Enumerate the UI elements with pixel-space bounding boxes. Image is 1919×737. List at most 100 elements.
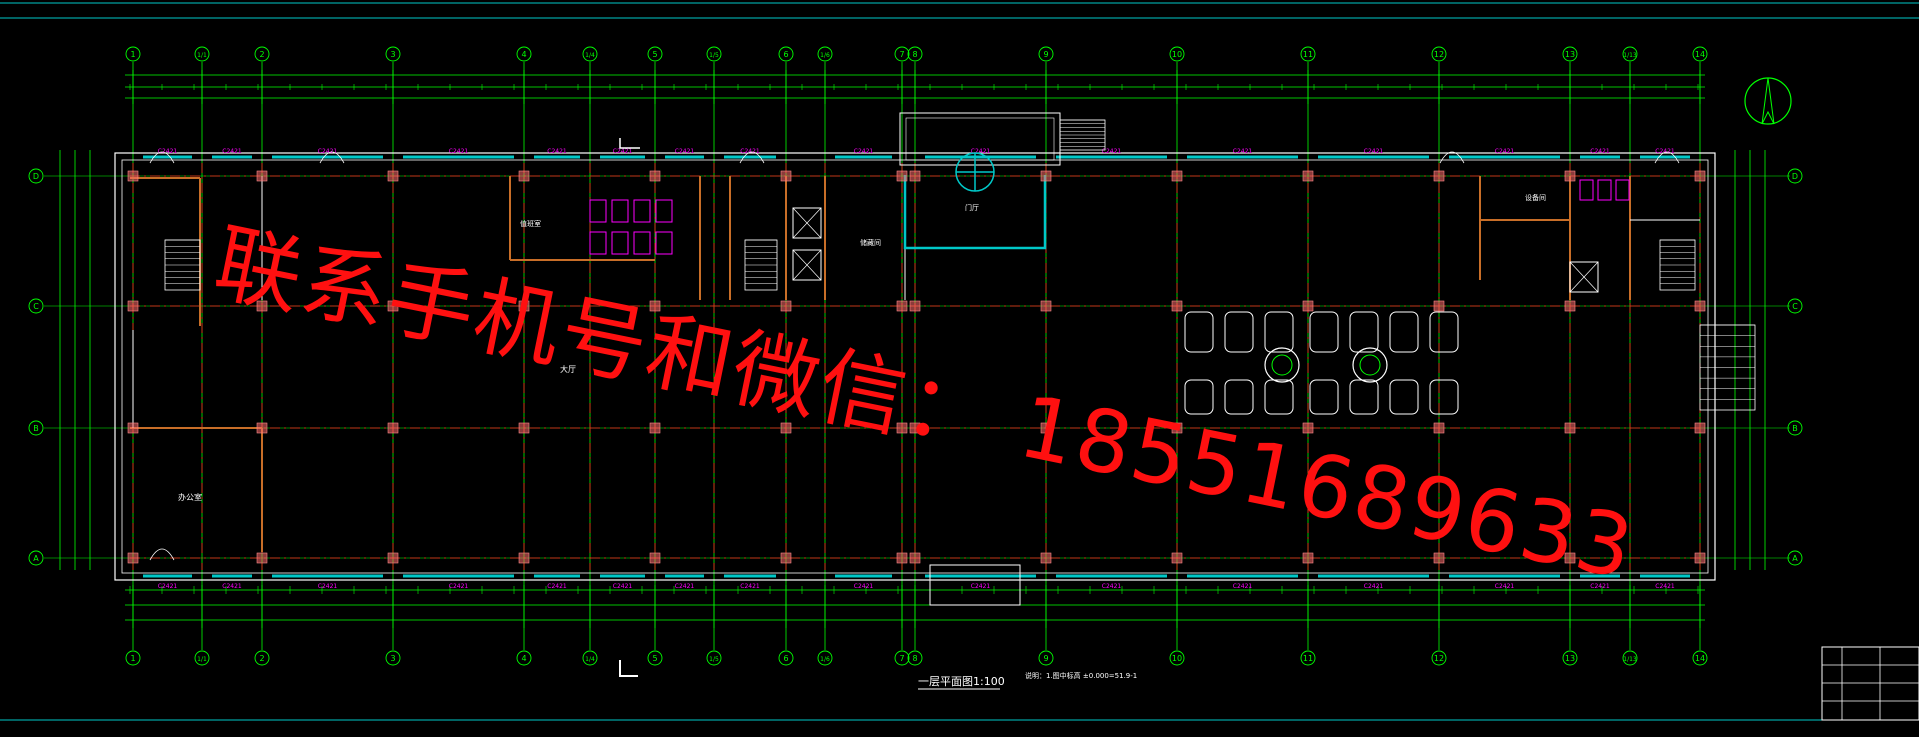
- floor-plan-svg: C2421C2421C2421C2421C2421C2421C2421C2421…: [0, 2, 1919, 721]
- axis-label-row: A: [1792, 554, 1798, 563]
- section-mark-bottom: [619, 660, 638, 677]
- sofa: [1309, 379, 1339, 415]
- window-tag: C2421: [971, 583, 991, 590]
- structural-column: [518, 300, 530, 312]
- toilet-stall: [611, 199, 629, 223]
- structural-column: [387, 300, 399, 312]
- structural-column: [780, 170, 792, 182]
- round-table-flower: [1271, 354, 1293, 376]
- structural-column: [1171, 422, 1183, 434]
- axis-label-column: 13: [1565, 50, 1575, 59]
- structural-column: [1433, 170, 1445, 182]
- room-label-office: 办公室: [178, 492, 202, 502]
- axis-label-column: 14: [1695, 50, 1705, 59]
- axis-label-column: 1/1: [197, 52, 207, 59]
- structural-column: [518, 170, 530, 182]
- structural-column: [1302, 422, 1314, 434]
- structural-column: [780, 300, 792, 312]
- axis-label-column: 1/1: [197, 656, 207, 663]
- structural-column: [649, 170, 661, 182]
- structural-column: [909, 170, 921, 182]
- structural-column: [909, 422, 921, 434]
- structural-column: [1564, 300, 1576, 312]
- window-tag: C2421: [547, 583, 567, 590]
- axis-label-row: B: [1792, 424, 1798, 433]
- structural-column: [387, 170, 399, 182]
- structural-column: [518, 422, 530, 434]
- plan-note: 说明：1.图中标高 ±0.000=51.9-1: [1025, 671, 1137, 680]
- axis-label-column: 7: [899, 654, 904, 663]
- structural-column: [1694, 300, 1706, 312]
- axis-label-column: 7: [899, 50, 904, 59]
- title-block: [1821, 646, 1919, 721]
- structural-column: [127, 170, 139, 182]
- window-tag: C2421: [613, 148, 633, 155]
- cad-drawing-canvas: C2421 C2421 C2421 C2421 C2421 C2421 C2421 C2421…: [0, 0, 1919, 733]
- structural-column: [387, 552, 399, 564]
- axis-label-column: 1/6: [820, 52, 830, 59]
- structural-column: [256, 170, 268, 182]
- structural-column: [896, 422, 908, 434]
- structural-column: [649, 552, 661, 564]
- axis-label-column: 1/4: [585, 656, 595, 663]
- toilet-stall: [655, 231, 673, 255]
- sofa: [1429, 379, 1459, 415]
- axis-label-column: 1/5: [709, 656, 719, 663]
- structural-column: [896, 170, 908, 182]
- axis-label-column: 5: [652, 50, 657, 59]
- window-tag: C2421: [675, 148, 695, 155]
- axis-label-column: 9: [1043, 50, 1048, 59]
- axis-label-row: B: [33, 424, 39, 433]
- section-mark-top: [619, 138, 640, 149]
- axis-label-column: 6: [783, 654, 788, 663]
- toilet-stall: [611, 231, 629, 255]
- axis-label-column: 1/13: [1623, 656, 1637, 663]
- window-tag: C2421: [158, 583, 178, 590]
- axis-label-column: 8: [912, 50, 917, 59]
- sofa: [1349, 311, 1379, 353]
- axis-label-column: 2: [259, 50, 264, 59]
- axis-label-column: 5: [652, 654, 657, 663]
- structural-column: [1694, 422, 1706, 434]
- detail-layer: C2421 C2421 C2421 C2421 C2421 C2421 C2421 C2421…: [149, 119, 1756, 590]
- axis-label-column: 2: [259, 654, 264, 663]
- structural-column: [1302, 170, 1314, 182]
- axis-label-column: 1: [130, 50, 135, 59]
- room-label-equipment: 设备间: [1525, 193, 1546, 202]
- axis-label-column: 13: [1565, 654, 1575, 663]
- structural-column: [1040, 300, 1052, 312]
- window-tag: C2421: [449, 583, 469, 590]
- axis-label-row: C: [1792, 302, 1798, 311]
- plan-title: 一层平面图1:100: [918, 675, 1005, 688]
- window-tag: C2421: [1590, 148, 1610, 155]
- sofa: [1264, 311, 1294, 353]
- structural-column: [649, 300, 661, 312]
- axis-label-column: 3: [390, 654, 395, 663]
- structural-column: [1564, 422, 1576, 434]
- window-tag: C2421: [1364, 583, 1384, 590]
- window-tag: C2421: [1655, 583, 1675, 590]
- window-tag: C2421: [222, 148, 242, 155]
- window-tag: C2421: [547, 148, 567, 155]
- structural-column: [1302, 552, 1314, 564]
- axis-label-column: 4: [521, 654, 526, 663]
- axis-label-column: 12: [1434, 654, 1444, 663]
- axis-label-column: 10: [1172, 654, 1182, 663]
- window-tag: C2421: [1233, 148, 1253, 155]
- window-tag: C2421: [1495, 583, 1515, 590]
- round-table: [1264, 347, 1300, 383]
- axis-label-column: 4: [521, 50, 526, 59]
- window-tag: C2421: [675, 583, 695, 590]
- axis-label-column: 1: [130, 654, 135, 663]
- structural-column: [256, 422, 268, 434]
- axis-label-column: 9: [1043, 654, 1048, 663]
- axis-label-column: 10: [1172, 50, 1182, 59]
- window-tag: C2421: [1590, 583, 1610, 590]
- structural-column: [1694, 552, 1706, 564]
- structural-column: [1171, 300, 1183, 312]
- structural-column: [896, 300, 908, 312]
- axis-label-column: 1/4: [585, 52, 595, 59]
- room-label-duty: 值班室: [520, 219, 541, 228]
- axis-label-column: 1/5: [709, 52, 719, 59]
- sofa: [1224, 311, 1254, 353]
